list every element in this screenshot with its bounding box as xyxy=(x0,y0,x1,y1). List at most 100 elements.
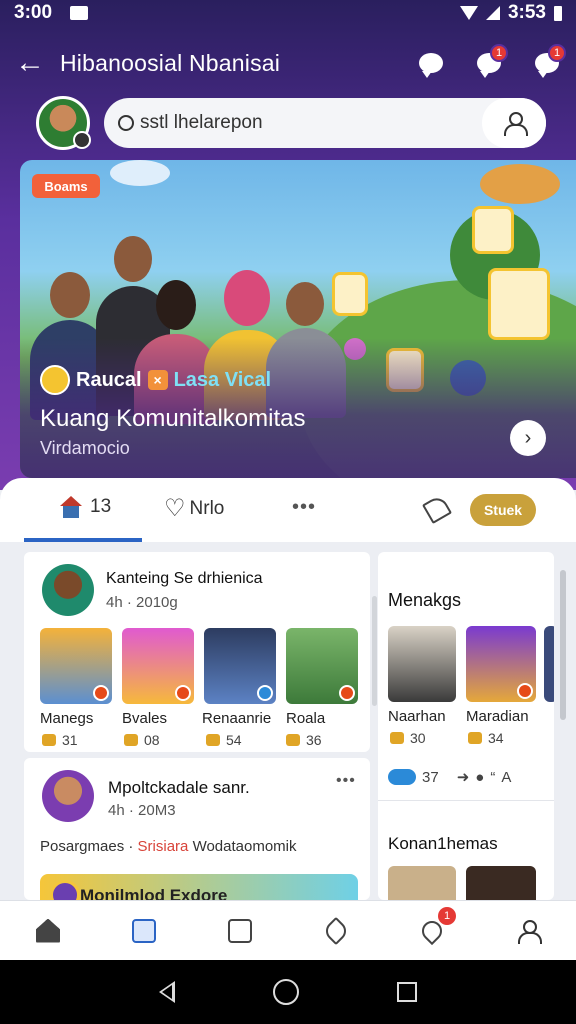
side-divider xyxy=(378,800,554,801)
action-bar: 13 ♡ Nrlo ••• Stuek xyxy=(0,478,576,542)
font-icon[interactable]: A xyxy=(501,769,511,786)
nav-explore[interactable] xyxy=(288,901,384,960)
chevron-right-icon[interactable]: › xyxy=(510,420,546,456)
post-author-avatar[interactable] xyxy=(42,770,94,822)
thumb-badge-icon xyxy=(517,683,533,699)
post-thumbnail[interactable] xyxy=(122,628,194,704)
tagline-prefix: Posargmaes · xyxy=(40,838,134,855)
post-author-name[interactable]: Kanteing Se drhienica xyxy=(106,570,263,588)
share-button[interactable] xyxy=(421,493,453,525)
promo-banner[interactable]: Monilmlod Exdore xyxy=(40,874,358,900)
mail-notification-icon xyxy=(70,6,89,20)
messages-button[interactable]: 1 xyxy=(460,38,518,88)
nav-tasks[interactable] xyxy=(192,901,288,960)
promo-avatar xyxy=(50,880,80,900)
side-thumbnail[interactable] xyxy=(466,866,536,900)
post-author-name[interactable]: Mpoltckadale sanr. xyxy=(108,778,250,798)
hero-subtitle: Virdamocio xyxy=(40,438,130,458)
side-thumb-label: Maradian xyxy=(466,708,529,725)
search-icon xyxy=(118,115,134,131)
hero-photo-tile xyxy=(488,268,550,340)
post-more-icon[interactable]: ••• xyxy=(336,772,356,790)
share-pill-button[interactable]: Stuek xyxy=(470,494,536,526)
more-options-icon[interactable]: ••• xyxy=(292,496,316,519)
bubble-icon[interactable]: ● xyxy=(475,769,484,786)
nav-home[interactable] xyxy=(0,901,96,960)
search-user-button[interactable] xyxy=(482,98,546,148)
like-label: Nrlo xyxy=(189,497,225,519)
side-section-title: Konan1hemas xyxy=(388,834,498,853)
home-icon xyxy=(60,496,82,518)
side-thumb-label: Naarhan xyxy=(388,708,446,725)
side-reaction-row: 37 ➜ ● “ A xyxy=(388,768,511,786)
stat-icon xyxy=(390,732,404,744)
kite-icon xyxy=(321,916,351,945)
notifications-button[interactable]: 1 xyxy=(518,38,576,88)
thumb-stat-value: 54 xyxy=(226,732,242,748)
profile-avatar[interactable] xyxy=(36,96,91,150)
home-icon xyxy=(36,918,60,943)
side-thumb-stat: 30 xyxy=(390,730,426,746)
hero-photo-tile xyxy=(332,272,368,316)
app-title: Hibanoosial Nbanisai xyxy=(60,49,281,76)
post-author-avatar[interactable] xyxy=(42,564,94,616)
stat-icon xyxy=(468,732,482,744)
messages-badge: 1 xyxy=(490,44,508,62)
promo-text: Monilmlod Exdore xyxy=(80,886,228,900)
thumb-label: Roala xyxy=(286,710,326,727)
tagline-highlight[interactable]: Srisiara xyxy=(138,838,189,855)
battery-icon xyxy=(554,5,562,21)
nav-profile[interactable] xyxy=(480,901,576,960)
thumb-badge-icon xyxy=(339,685,355,701)
like-button[interactable]: ♡ Nrlo xyxy=(164,494,224,523)
post-thumbnail[interactable] xyxy=(286,628,358,704)
nav-feed[interactable] xyxy=(96,901,192,960)
side-scrollbar[interactable] xyxy=(560,570,566,720)
status-clock-right: 3:53 xyxy=(507,2,546,23)
thumb-badge-icon xyxy=(257,685,273,701)
thumb-stat: 31 xyxy=(42,732,78,748)
side-thumbnail[interactable] xyxy=(544,626,554,702)
brand-right-text: Lasa Vical xyxy=(173,368,272,391)
home-circle-icon[interactable] xyxy=(273,979,299,1005)
back-icon[interactable] xyxy=(159,981,175,1003)
home-count-button[interactable]: 13 xyxy=(60,496,111,518)
post-meta: 4h · 20M3 xyxy=(108,802,176,819)
post-card[interactable]: Kanteing Se drhienica 4h · 2010g Manegs … xyxy=(24,552,370,752)
post-thumbnail[interactable] xyxy=(204,628,276,704)
user-icon xyxy=(503,112,528,136)
back-arrow-icon[interactable]: ← xyxy=(0,38,60,88)
favorites-badge: 1 xyxy=(438,907,456,925)
side-thumbnail[interactable] xyxy=(388,866,456,900)
status-time: 3:00 xyxy=(14,2,53,23)
nav-favorites[interactable]: 1 xyxy=(384,901,480,960)
comment-icon[interactable] xyxy=(388,769,416,785)
heart-icon: ♡ xyxy=(164,495,186,522)
thumb-stat: 54 xyxy=(206,732,242,748)
side-thumbnail[interactable] xyxy=(466,626,536,702)
thumb-stat-value: 36 xyxy=(306,732,322,748)
post-thumbnail[interactable] xyxy=(40,628,112,704)
share-arrow-icon[interactable]: ➜ xyxy=(457,768,470,786)
recents-icon[interactable] xyxy=(397,982,417,1002)
home-count: 13 xyxy=(90,496,112,517)
chat-button[interactable] xyxy=(402,38,460,88)
feed-icon xyxy=(132,918,156,943)
profile-icon xyxy=(517,919,542,944)
quote-icon[interactable]: “ xyxy=(490,769,495,786)
side-thumbnail[interactable] xyxy=(388,626,456,702)
hero-banner[interactable]: Boams Raucal × Lasa Vical Kuang Komunita… xyxy=(20,160,576,478)
post-card[interactable]: Mpoltckadale sanr. 4h · 20M3 ••• Posargm… xyxy=(24,758,370,900)
hero-title: Kuang Komunitalkomitas xyxy=(40,405,306,432)
hero-tag[interactable]: Boams xyxy=(32,174,100,198)
side-heading: Menakgs xyxy=(388,590,462,610)
hero-photo-tile xyxy=(472,206,514,254)
search-input[interactable] xyxy=(140,112,470,134)
post-scrollbar[interactable] xyxy=(372,596,377,706)
hero-brand: Raucal × Lasa Vical xyxy=(40,365,271,395)
side-thumb-stat: 34 xyxy=(468,730,504,746)
search-bar[interactable] xyxy=(104,98,546,148)
side-card[interactable]: Menakgs Naarhan Maradian 30 34 37 ➜ ● “ … xyxy=(378,552,554,900)
stat-icon xyxy=(124,734,138,746)
stat-icon xyxy=(42,734,56,746)
